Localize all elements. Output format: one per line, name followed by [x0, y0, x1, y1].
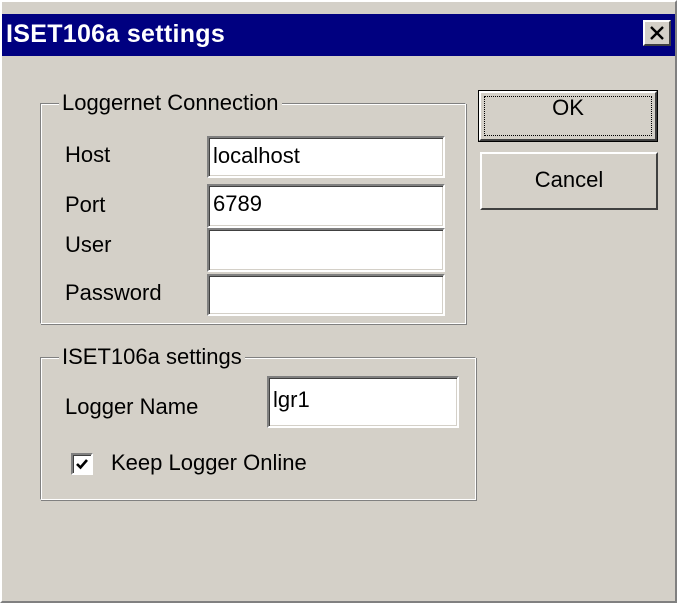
close-button[interactable]: [643, 20, 671, 46]
iset106a-settings-group: ISET106a settings Logger Name lgr1 Keep …: [40, 344, 476, 500]
title-bar[interactable]: ISET106a settings: [2, 14, 675, 56]
cancel-button[interactable]: Cancel: [480, 152, 658, 210]
keep-logger-online-checkbox[interactable]: [71, 453, 93, 475]
keep-logger-online-label[interactable]: Keep Logger Online: [111, 450, 307, 476]
window-title: ISET106a settings: [6, 20, 226, 48]
port-label: Port: [65, 192, 106, 217]
ok-button-label: OK: [552, 95, 584, 120]
user-label: User: [65, 232, 112, 257]
ok-button[interactable]: OK: [478, 90, 658, 142]
port-field[interactable]: 6789: [207, 184, 445, 228]
loggernet-connection-legend: Loggernet Connection: [59, 90, 282, 116]
iset106a-settings-legend: ISET106a settings: [59, 344, 245, 370]
cancel-button-label: Cancel: [534, 167, 604, 192]
user-field[interactable]: [207, 228, 445, 272]
logger-name-field[interactable]: lgr1: [267, 376, 459, 428]
host-label: Host: [65, 142, 111, 167]
close-icon: [650, 26, 664, 40]
logger-name-label: Logger Name: [65, 394, 199, 419]
dialog-window: ISET106a settings Loggernet Connection H…: [0, 0, 677, 603]
password-label: Password: [65, 280, 162, 305]
host-field[interactable]: localhost: [207, 136, 445, 178]
checkmark-icon: [76, 459, 88, 470]
password-field[interactable]: [207, 274, 445, 316]
loggernet-connection-group: Loggernet Connection Host localhost Port…: [40, 90, 466, 324]
